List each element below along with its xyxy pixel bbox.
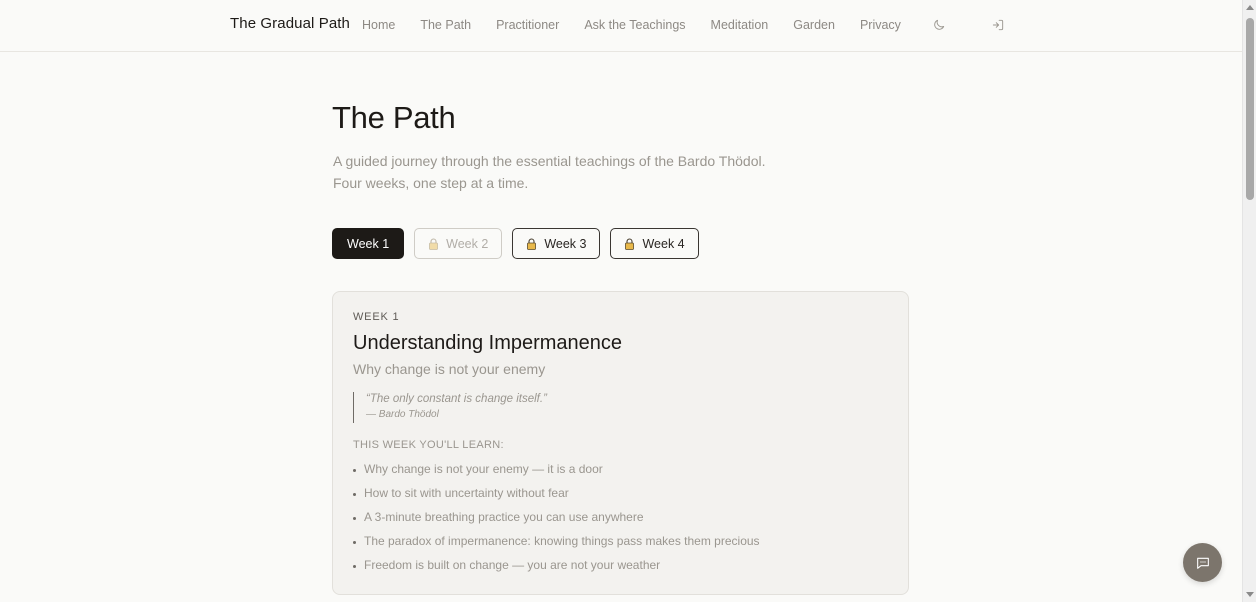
tab-week-3[interactable]: Week 3 — [512, 228, 601, 259]
nav-meditation[interactable]: Meditation — [711, 18, 769, 32]
bullet-icon — [353, 493, 356, 496]
quote-citation: — Bardo Thödol — [366, 409, 439, 420]
list-item-text: The paradox of impermanence: knowing thi… — [364, 534, 760, 548]
list-item: How to sit with uncertainty without fear — [353, 486, 760, 510]
nav-home[interactable]: Home — [362, 18, 395, 32]
week-card: WEEK 1 Understanding Impermanence Why ch… — [332, 291, 909, 595]
brand-logo-text[interactable]: The Gradual Path — [230, 15, 350, 32]
nav-ask-the-teachings[interactable]: Ask the Teachings — [584, 18, 685, 32]
learn-list: Why change is not your enemy — it is a d… — [353, 462, 760, 582]
nav-garden[interactable]: Garden — [793, 18, 835, 32]
lock-icon — [428, 237, 439, 250]
scroll-up-arrow-icon[interactable] — [1246, 5, 1254, 10]
week-title: Understanding Impermanence — [353, 332, 623, 354]
main-nav: Home The Path Practitioner Ask the Teach… — [362, 18, 926, 32]
list-item-text: A 3-minute breathing practice you can us… — [364, 510, 644, 524]
scroll-down-arrow-icon[interactable] — [1246, 592, 1254, 597]
nav-the-path[interactable]: The Path — [420, 18, 471, 32]
nav-practitioner[interactable]: Practitioner — [496, 18, 559, 32]
tab-week-4[interactable]: Week 4 — [610, 228, 699, 259]
subtitle-line: A guided journey through the essential t… — [333, 153, 766, 169]
page-title: The Path — [332, 100, 456, 135]
week-eyebrow: WEEK 1 — [353, 311, 400, 323]
bullet-icon — [353, 469, 356, 472]
week-subtitle: Why change is not your enemy — [353, 361, 546, 377]
tab-label: Week 1 — [347, 236, 390, 251]
learn-heading: THIS WEEK YOU'LL LEARN: — [353, 439, 504, 451]
chat-icon — [1196, 557, 1209, 569]
tab-label: Week 3 — [544, 236, 587, 251]
list-item-text: Why change is not your enemy — it is a d… — [364, 462, 603, 476]
bullet-icon — [353, 517, 356, 520]
chat-button[interactable] — [1183, 543, 1222, 582]
scrollbar-thumb[interactable] — [1246, 18, 1254, 200]
lock-icon — [526, 237, 537, 250]
top-navigation-bar: The Gradual Path Home The Path Practitio… — [0, 0, 1242, 52]
subtitle-line: Four weeks, one step at a time. — [333, 175, 529, 191]
list-item: The paradox of impermanence: knowing thi… — [353, 534, 760, 558]
list-item: Freedom is built on change — you are not… — [353, 558, 760, 582]
list-item-text: How to sit with uncertainty without fear — [364, 486, 569, 500]
tab-week-1[interactable]: Week 1 — [332, 228, 405, 259]
bullet-icon — [353, 565, 356, 568]
list-item: Why change is not your enemy — it is a d… — [353, 462, 760, 486]
lock-icon — [624, 237, 635, 250]
week-tabs: Week 1 Week 2 Week 3 Week 4 — [332, 228, 699, 259]
week-quote: “The only constant is change itself.” — … — [353, 392, 547, 423]
nav-privacy[interactable]: Privacy — [860, 18, 901, 32]
list-item-text: Freedom is built on change — you are not… — [364, 558, 661, 572]
quote-text: “The only constant is change itself.” — [366, 393, 547, 405]
sign-in-icon[interactable] — [990, 17, 1006, 33]
list-item: A 3-minute breathing practice you can us… — [353, 510, 760, 534]
tab-label: Week 4 — [642, 236, 685, 251]
moon-icon[interactable] — [931, 17, 947, 33]
bullet-icon — [353, 541, 356, 544]
tab-label: Week 2 — [446, 236, 489, 251]
page-scrollbar[interactable] — [1242, 0, 1256, 602]
tab-week-2[interactable]: Week 2 — [414, 228, 503, 259]
page-subtitle: A guided journey through the essential t… — [333, 150, 766, 194]
